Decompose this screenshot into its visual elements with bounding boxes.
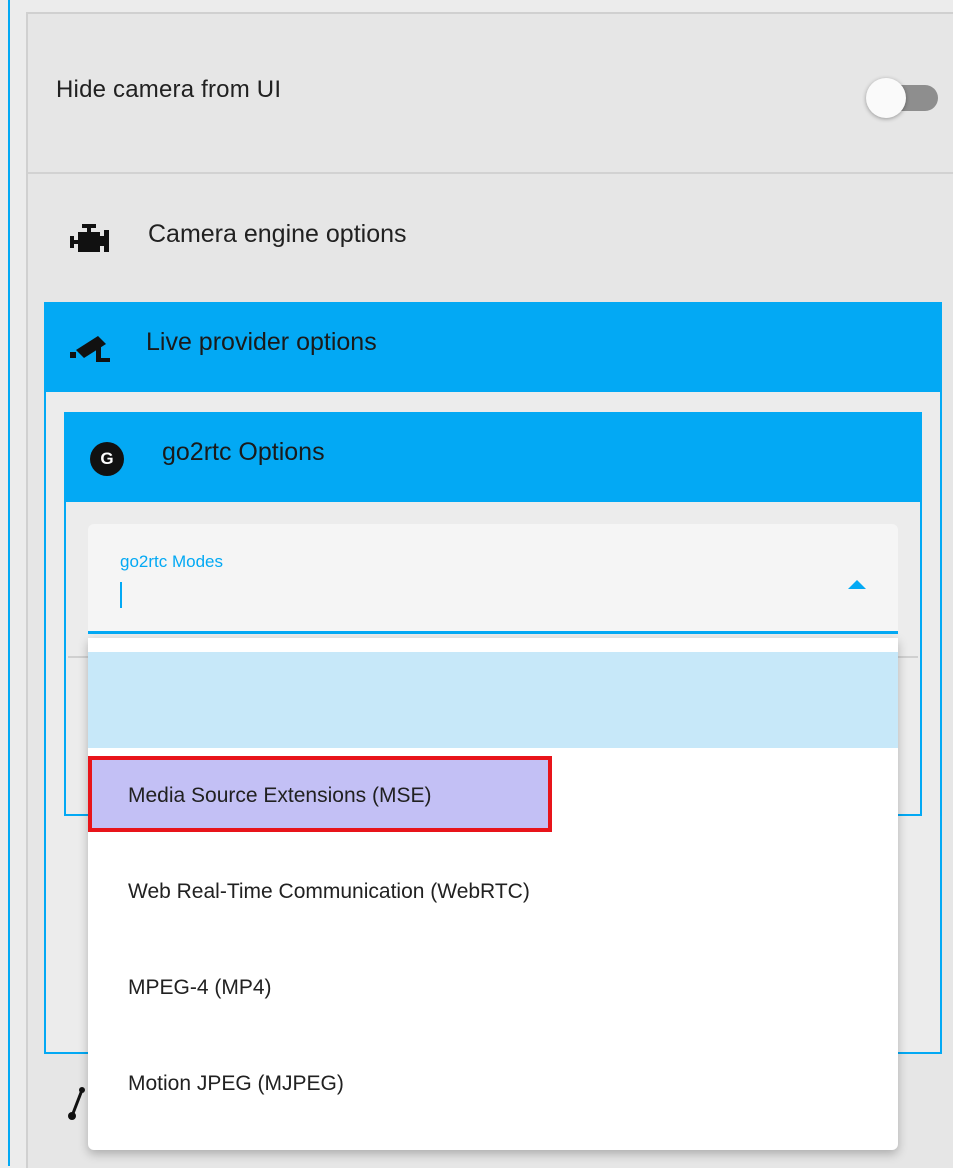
go2rtc-logo-icon: G bbox=[90, 442, 124, 476]
option-label: Web Real-Time Communication (WebRTC) bbox=[128, 880, 530, 903]
go2rtc-section-header[interactable]: G go2rtc Options bbox=[64, 412, 922, 502]
go2rtc-modes-dropdown: Media Source Extensions (MSE) Web Real-T… bbox=[88, 638, 898, 1150]
hide-camera-row[interactable]: Hide camera from UI bbox=[28, 14, 953, 174]
dropdown-option-empty[interactable] bbox=[88, 652, 898, 748]
camera-engine-section-header[interactable]: Camera engine options bbox=[28, 174, 953, 302]
chevron-up-icon[interactable] bbox=[848, 580, 866, 589]
dropdown-option-webrtc[interactable]: Web Real-Time Communication (WebRTC) bbox=[88, 846, 898, 942]
outer-accent-line bbox=[8, 0, 10, 1166]
camera-engine-label: Camera engine options bbox=[148, 220, 407, 248]
dropdown-option-mp4[interactable]: MPEG-4 (MP4) bbox=[88, 942, 898, 1038]
go2rtc-label: go2rtc Options bbox=[162, 438, 325, 466]
option-label: MPEG-4 (MP4) bbox=[128, 976, 272, 999]
cctv-camera-icon bbox=[70, 336, 110, 362]
network-node-icon bbox=[68, 1087, 85, 1120]
option-label: Media Source Extensions (MSE) bbox=[128, 784, 432, 807]
dropdown-option-mjpeg[interactable]: Motion JPEG (MJPEG) bbox=[88, 1038, 898, 1134]
engine-icon bbox=[70, 224, 109, 252]
go2rtc-modes-label: go2rtc Modes bbox=[120, 552, 223, 571]
go2rtc-modes-select[interactable]: go2rtc Modes bbox=[88, 524, 898, 634]
option-label: Motion JPEG (MJPEG) bbox=[128, 1072, 344, 1095]
hide-camera-toggle-knob[interactable] bbox=[866, 78, 906, 118]
text-cursor bbox=[120, 582, 122, 608]
dropdown-option-mse[interactable]: Media Source Extensions (MSE) bbox=[88, 750, 898, 846]
hide-camera-label: Hide camera from UI bbox=[56, 76, 282, 103]
live-provider-section-header[interactable]: Live provider options bbox=[44, 302, 942, 392]
live-provider-label: Live provider options bbox=[146, 328, 377, 356]
